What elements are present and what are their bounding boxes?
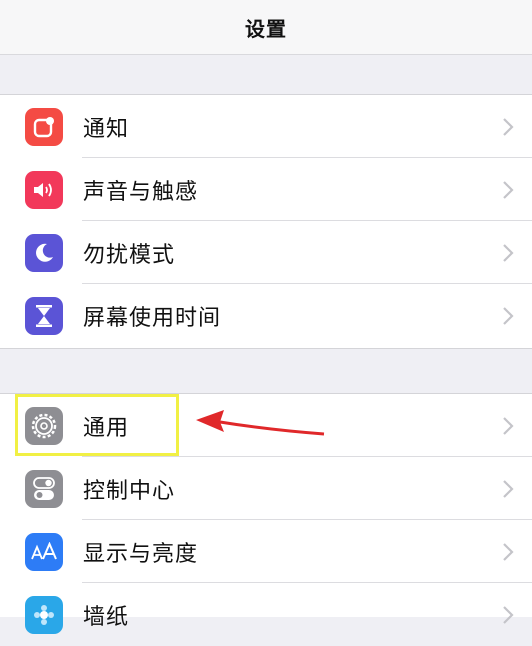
- moon-icon: [25, 233, 63, 272]
- annotation-arrow-icon: [196, 410, 325, 436]
- settings-row-label: 墙纸: [83, 604, 130, 630]
- settings-row-label: 声音与触感: [83, 179, 199, 205]
- chevron-right-icon: [503, 243, 514, 262]
- notification-icon: [25, 107, 63, 146]
- settings-group-1: 通知 声音与触感 勿扰模式 屏幕使用时间: [0, 94, 532, 349]
- toggles-icon: [25, 469, 63, 508]
- chevron-right-icon: [503, 306, 514, 325]
- chevron-right-icon: [503, 605, 514, 624]
- chevron-right-icon: [503, 416, 514, 435]
- settings-row-do-not-disturb[interactable]: 勿扰模式: [0, 221, 532, 284]
- chevron-right-icon: [503, 180, 514, 199]
- settings-row-notifications[interactable]: 通知: [0, 95, 532, 158]
- speaker-icon: [25, 170, 63, 209]
- hourglass-icon: [25, 296, 63, 335]
- settings-row-label: 控制中心: [83, 478, 176, 504]
- chevron-right-icon: [503, 117, 514, 136]
- settings-row-label: 勿扰模式: [83, 242, 176, 268]
- settings-row-screen-time[interactable]: 屏幕使用时间: [0, 284, 532, 347]
- settings-row-label: 显示与亮度: [83, 541, 199, 567]
- settings-row-display-brightness[interactable]: 显示与亮度: [0, 520, 532, 583]
- settings-row-wallpaper[interactable]: 墙纸: [0, 583, 532, 646]
- chevron-right-icon: [503, 479, 514, 498]
- highlight-box: [15, 394, 179, 456]
- settings-row-label: 通知: [83, 116, 130, 142]
- settings-row-sounds[interactable]: 声音与触感: [0, 158, 532, 221]
- page-title: 设置: [245, 16, 287, 41]
- settings-row-control-center[interactable]: 控制中心: [0, 457, 532, 520]
- nav-bar: 设置: [0, 0, 532, 55]
- wallpaper-icon: [25, 595, 63, 634]
- text-size-icon: [25, 532, 63, 571]
- chevron-right-icon: [503, 542, 514, 561]
- settings-row-label: 屏幕使用时间: [83, 305, 222, 331]
